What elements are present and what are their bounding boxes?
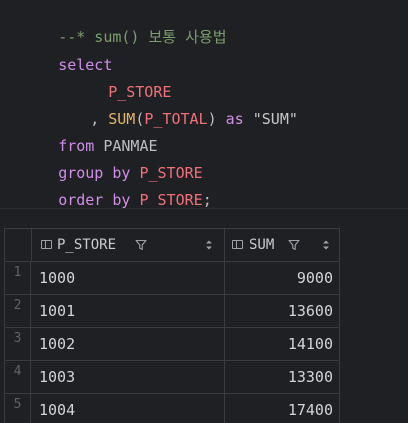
column-icon: [41, 240, 52, 249]
row-number: 1: [5, 262, 31, 294]
cell-p-store[interactable]: 1000: [31, 262, 225, 294]
cell-sum[interactable]: 17400: [225, 394, 340, 423]
sql-console-window: --* sum() 보통 사용법 select P_STORE , SUM(P_…: [0, 0, 408, 423]
table-row[interactable]: 3 1002 14100: [5, 328, 340, 361]
paren-close: ): [207, 110, 217, 128]
filter-icon[interactable]: [135, 239, 147, 251]
results-panel: P_STORE SUM 1 1000 9000 2 1001 13600 3 1…: [0, 208, 408, 423]
sort-icon[interactable]: [205, 238, 213, 252]
cell-sum[interactable]: 14100: [225, 328, 340, 360]
table-row[interactable]: 1 1000 9000: [5, 262, 340, 295]
row-number: 5: [5, 394, 31, 423]
table-row[interactable]: 2 1001 13600: [5, 295, 340, 328]
sort-icon[interactable]: [322, 238, 330, 252]
code-line-3: P_STORE: [54, 59, 171, 101]
column-ref-p-store: P_STORE: [139, 191, 203, 209]
alias-sum: "SUM": [252, 110, 298, 128]
row-number: 2: [5, 295, 31, 327]
row-number: 3: [5, 328, 31, 360]
column-header-p-store[interactable]: P_STORE: [31, 229, 225, 261]
row-number: 4: [5, 361, 31, 393]
grid-header-row: P_STORE SUM: [5, 228, 340, 262]
keyword-order-by: order by: [58, 191, 131, 209]
column-header-sum[interactable]: SUM: [225, 229, 340, 261]
keyword-as: as: [225, 110, 244, 128]
code-line-4: , SUM(P_TOTAL) as "SUM": [36, 86, 298, 128]
code-line-2: select: [4, 32, 112, 74]
cell-p-store[interactable]: 1001: [31, 295, 225, 327]
row-number-header: [5, 229, 32, 261]
cell-p-store[interactable]: 1002: [31, 328, 225, 360]
table-row[interactable]: 5 1004 17400: [5, 394, 340, 423]
code-line-1: --* sum() 보통 사용법: [4, 4, 226, 46]
column-header-label: SUM: [249, 237, 275, 253]
semicolon: ;: [202, 191, 212, 209]
cell-sum[interactable]: 13300: [225, 361, 340, 393]
cell-sum[interactable]: 9000: [225, 262, 340, 294]
code-line-5: from PANMAE: [4, 113, 157, 155]
cell-p-store[interactable]: 1003: [31, 361, 225, 393]
filter-icon[interactable]: [288, 239, 300, 251]
cell-p-store[interactable]: 1004: [31, 394, 225, 423]
column-icon: [232, 240, 243, 249]
sql-editor[interactable]: --* sum() 보통 사용법 select P_STORE , SUM(P_…: [0, 0, 408, 209]
results-grid: P_STORE SUM 1 1000 9000 2 1001 13600 3 1…: [4, 228, 340, 423]
table-row[interactable]: 4 1003 13300: [5, 361, 340, 394]
code-line-7: order by P_STORE;: [4, 167, 212, 209]
column-header-label: P_STORE: [57, 237, 117, 253]
cell-sum[interactable]: 13600: [225, 295, 340, 327]
code-line-6: group by P_STORE: [4, 140, 203, 182]
